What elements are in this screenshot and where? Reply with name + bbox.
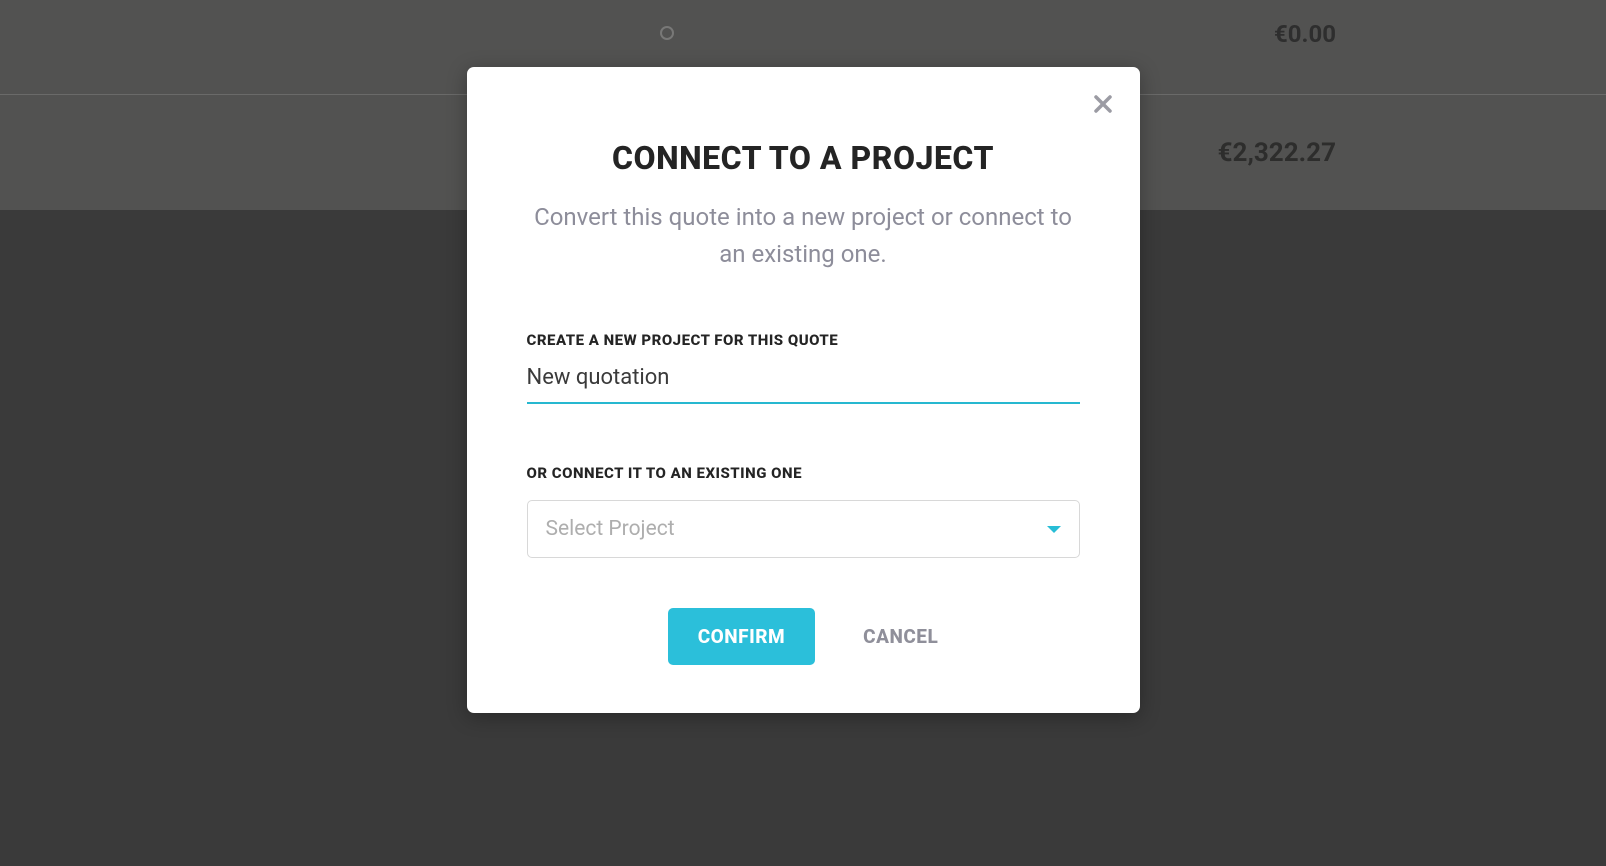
create-project-section: CREATE A NEW PROJECT FOR THIS QUOTE <box>527 331 1080 404</box>
confirm-button[interactable]: CONFIRM <box>668 608 815 665</box>
create-project-label: CREATE A NEW PROJECT FOR THIS QUOTE <box>527 331 1080 349</box>
close-button[interactable] <box>1088 89 1118 119</box>
chevron-down-icon <box>1047 526 1061 533</box>
connect-project-modal: CONNECT TO A PROJECT Convert this quote … <box>467 67 1140 713</box>
project-select[interactable]: Select Project <box>527 500 1080 558</box>
modal-title: CONNECT TO A PROJECT <box>527 139 1080 177</box>
connect-project-label: OR CONNECT IT TO AN EXISTING ONE <box>527 464 1080 482</box>
modal-actions: CONFIRM CANCEL <box>527 608 1080 665</box>
modal-subtitle: Convert this quote into a new project or… <box>527 199 1080 273</box>
modal-overlay: CONNECT TO A PROJECT Convert this quote … <box>0 0 1606 866</box>
cancel-button[interactable]: CANCEL <box>863 625 938 648</box>
project-name-input[interactable] <box>527 349 1080 404</box>
connect-project-section: OR CONNECT IT TO AN EXISTING ONE Select … <box>527 464 1080 558</box>
project-select-placeholder: Select Project <box>546 517 675 541</box>
close-icon <box>1094 89 1112 120</box>
